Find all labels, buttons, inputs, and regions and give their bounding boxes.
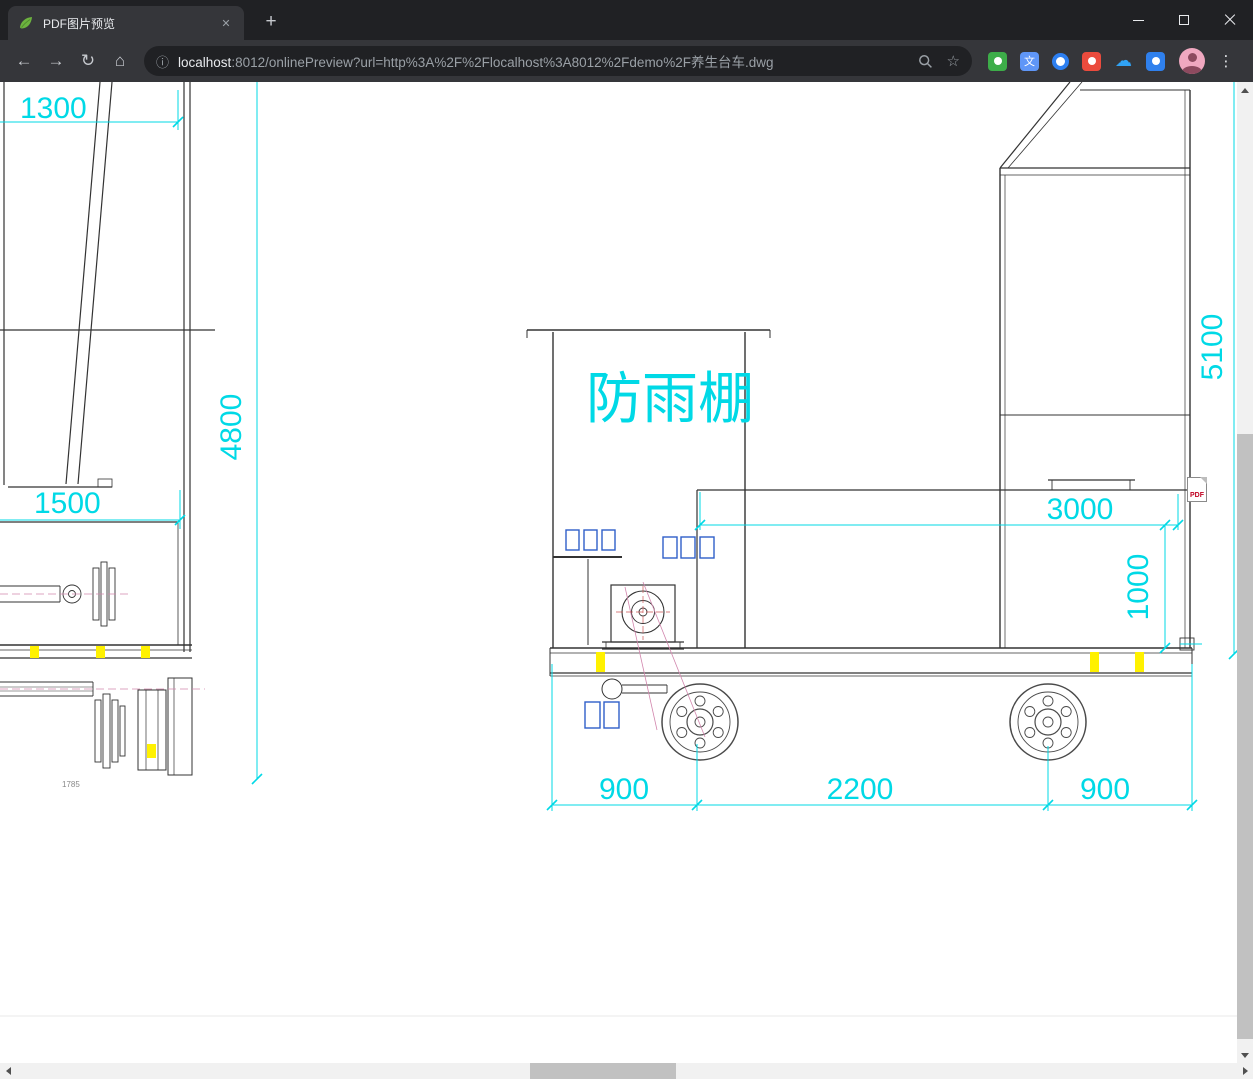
profile-avatar[interactable] xyxy=(1179,48,1205,74)
minimize-icon xyxy=(1132,19,1144,21)
minimize-button[interactable] xyxy=(1115,0,1161,40)
horizontal-scrollbar[interactable] xyxy=(0,1063,1253,1079)
extension-glyph xyxy=(1151,57,1160,65)
dim-1500: 1500 xyxy=(34,487,101,520)
forward-button[interactable]: → xyxy=(41,46,71,76)
scroll-right-arrow[interactable] xyxy=(1237,1063,1253,1079)
extension-glyph xyxy=(993,57,1002,65)
url-host: localhost xyxy=(178,55,232,70)
pdf-badge-fold xyxy=(1200,477,1207,484)
dim-4800: 4800 xyxy=(215,394,248,461)
tab-title: PDF图片预览 xyxy=(43,16,116,31)
dim-900-right: 900 xyxy=(1080,773,1130,806)
dim-1300: 1300 xyxy=(20,92,87,125)
reload-button[interactable]: ↻ xyxy=(73,46,103,76)
pdf-badge[interactable]: PDF xyxy=(1187,477,1207,502)
zoom-icon[interactable] xyxy=(918,54,933,69)
scroll-left-arrow[interactable] xyxy=(0,1063,16,1079)
close-button[interactable] xyxy=(1207,0,1253,40)
translate-extension-icon[interactable]: 文 xyxy=(1020,51,1039,71)
dimension-labels: 1300 4800 1500 5100 3000 1000 900 2200 9… xyxy=(20,92,1229,806)
maximize-button[interactable] xyxy=(1161,0,1207,40)
dim-1000: 1000 xyxy=(1122,554,1155,621)
browser-toolbar: ← → ↻ ⌂ ⓘ localhost:8012/onlinePreview?u… xyxy=(0,40,1253,82)
extension-icon-red[interactable] xyxy=(1082,51,1101,71)
scroll-up-arrow[interactable] xyxy=(1237,82,1253,98)
bookmark-star-icon[interactable]: ☆ xyxy=(947,52,960,70)
extension-icon-blue[interactable] xyxy=(1146,51,1165,71)
browser-window: PDF图片预览 ✕ + ← → ↻ ⌂ ⓘ localhost:8012/onl… xyxy=(0,0,1253,1079)
url-bar[interactable]: ⓘ localhost:8012/onlinePreview?url=http%… xyxy=(144,46,972,76)
spring-leaf-favicon xyxy=(18,15,34,31)
cad-drawing: 1300 4800 1500 5100 3000 1000 900 2200 9… xyxy=(0,82,1237,1017)
wheels xyxy=(661,683,1087,761)
pdf-badge-label: PDF xyxy=(1190,492,1204,499)
dim-2200: 2200 xyxy=(827,773,894,806)
tab-close-icon[interactable]: ✕ xyxy=(218,17,234,30)
extensions-area: 文 ☁ xyxy=(988,51,1165,71)
dim-900-left: 900 xyxy=(599,773,649,806)
small-note-text: 1785 xyxy=(62,780,80,789)
vertical-scrollbar[interactable] xyxy=(1237,82,1253,1063)
avatar-figure xyxy=(1187,53,1197,62)
extension-glyph xyxy=(1087,57,1096,65)
extension-icon-green[interactable] xyxy=(988,51,1007,71)
maximize-icon xyxy=(1179,15,1189,25)
close-icon xyxy=(1224,14,1236,26)
vertical-scroll-thumb[interactable] xyxy=(1237,434,1253,1039)
dwg-preview-canvas: 1300 4800 1500 5100 3000 1000 900 2200 9… xyxy=(0,82,1253,1063)
browser-tab[interactable]: PDF图片预览 ✕ xyxy=(8,6,244,40)
dim-3000: 3000 xyxy=(1047,493,1114,526)
left-view-geometry xyxy=(0,82,215,776)
right-structure-geometry xyxy=(999,82,1191,648)
extension-icon-ring[interactable] xyxy=(1052,52,1069,70)
url-path: :8012/onlinePreview?url=http%3A%2F%2Floc… xyxy=(231,55,774,70)
url-text: localhost:8012/onlinePreview?url=http%3A… xyxy=(178,51,908,71)
horizontal-scroll-thumb[interactable] xyxy=(530,1063,676,1079)
dim-5100: 5100 xyxy=(1196,314,1229,381)
omnibox-actions: ☆ xyxy=(918,52,960,70)
scroll-down-arrow[interactable] xyxy=(1237,1047,1253,1063)
window-controls xyxy=(1115,0,1253,40)
home-button[interactable]: ⌂ xyxy=(105,46,135,76)
cloud-extension-icon[interactable]: ☁ xyxy=(1114,51,1133,71)
new-tab-button[interactable]: + xyxy=(258,9,284,35)
browser-menu-icon[interactable]: ⋮ xyxy=(1217,52,1235,70)
rain-shelter-label: 防雨棚 xyxy=(586,367,754,430)
tab-strip: PDF图片预览 ✕ + xyxy=(0,0,1253,40)
back-button[interactable]: ← xyxy=(9,46,39,76)
page-info-icon[interactable]: ⓘ xyxy=(156,52,169,71)
